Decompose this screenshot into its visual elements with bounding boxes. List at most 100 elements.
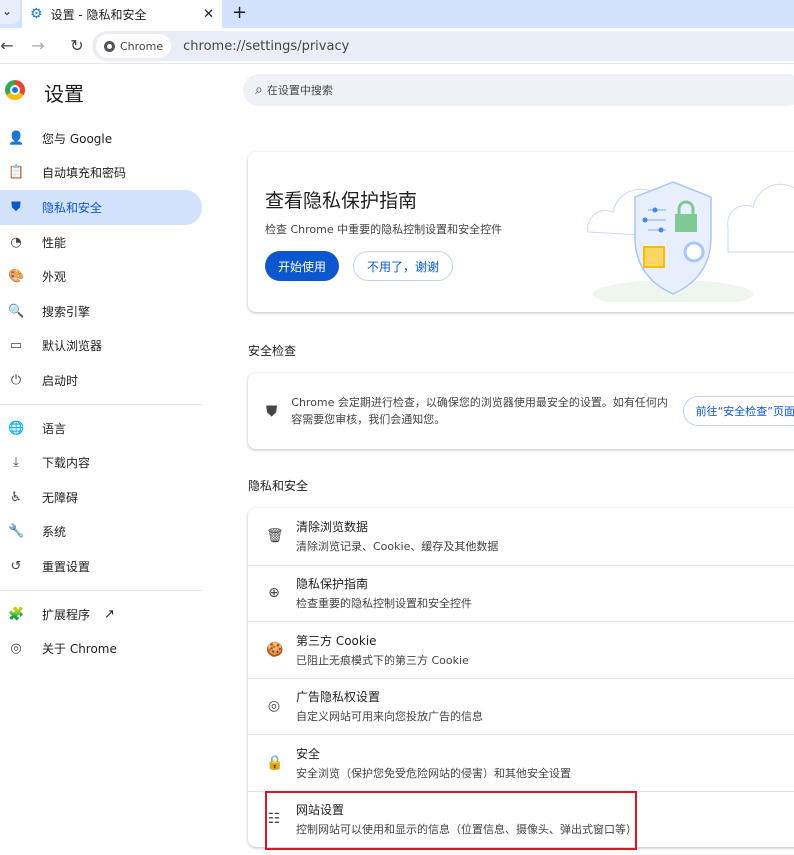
close-tab-button[interactable]: ✕ <box>203 7 214 22</box>
shield-icon: ⛊ <box>11 199 21 215</box>
page-title: 设置 <box>44 82 84 106</box>
sidebar-item-label: 自动填充和密码 <box>42 166 127 181</box>
row-description: 检查重要的隐私控制设置和安全控件 <box>296 597 472 611</box>
sidebar: 👤 您与 Google 📋 自动填充和密码 ⛊ 隐私和安全 ◔ 性能 🎨 外观 🔍 搜索引擎 ▭ 默认浏览… <box>0 121 202 666</box>
speedometer-icon: ◔ <box>10 234 22 250</box>
row-title: 安全 <box>296 746 321 761</box>
download-icon: ⤓ <box>13 455 19 471</box>
sidebar-item-1[interactable]: 📋 自动填充和密码 <box>0 156 202 191</box>
puzzle-icon: 🧩 <box>8 606 25 622</box>
row-title: 清除浏览数据 <box>296 520 369 535</box>
search-placeholder: 在设置中搜索 <box>266 84 333 97</box>
sidebar-item-label: 默认浏览器 <box>42 339 103 354</box>
tab-title: 设置 - 隐私和安全 <box>50 7 147 22</box>
sidebar-item-0[interactable]: 👤 您与 Google <box>0 121 202 156</box>
sidebar-item-label: 下载内容 <box>42 456 91 471</box>
sidebar-item-14[interactable]: ◎ 关于 Chrome <box>0 631 202 666</box>
sidebar-item-label: 无障碍 <box>42 490 79 505</box>
row-description: 安全浏览（保护您免受危险网站的侵害）和其他安全设置 <box>296 766 571 780</box>
start-button[interactable]: 开始使用 <box>265 251 340 281</box>
sidebar-item-label: 外观 <box>42 270 67 285</box>
row-description: 清除浏览记录、Cookie、缓存及其他数据 <box>296 540 499 554</box>
privacy-row-3[interactable]: ◎ 广告隐私权设置自定义网站可用来向您投放广告的信息 <box>248 677 794 735</box>
active-tab[interactable]: ⚙ 设置 - 隐私和安全 ✕ <box>22 0 222 28</box>
privacy-row-4[interactable]: 🔒 安全安全浏览（保护您免受危险网站的侵害）和其他安全设置 <box>248 734 794 791</box>
row-title: 隐私保护指南 <box>296 577 369 592</box>
privacy-heading: 隐私和安全 <box>248 479 309 493</box>
safety-check-card: ⛊ Chrome 会定期进行检查，以确保您的浏览器使用最安全的设置。如有任何内容… <box>248 373 794 449</box>
sidebar-item-5[interactable]: 🔍 搜索引擎 <box>0 294 202 329</box>
sidebar-item-9[interactable]: ⤓ 下载内容 <box>0 445 202 480</box>
palette-icon: 🎨 <box>8 269 25 285</box>
sidebar-item-label: 关于 Chrome <box>42 642 117 657</box>
row-title: 第三方 Cookie <box>296 633 377 648</box>
privacy-shield-illustration <box>587 181 794 302</box>
settings-header: 设置 ⌕ 在设置中搜索 <box>0 64 794 114</box>
trash-icon: 🗑 <box>266 528 284 545</box>
tab-search-button[interactable]: ⌄ <box>0 0 20 24</box>
sidebar-item-8[interactable]: 🌐 语言 <box>0 411 202 446</box>
history-icon: ↺ <box>10 558 22 574</box>
search-icon: ⌕ <box>255 82 263 98</box>
sidebar-item-label: 隐私和安全 <box>42 200 103 215</box>
gear-icon: ⚙ <box>30 6 43 22</box>
toolbar: ← → ↻ Chrome chrome://settings/privacy <box>0 28 794 64</box>
sidebar-item-label: 扩展程序 <box>42 607 91 622</box>
sidebar-item-label: 启动时 <box>42 373 79 388</box>
accessibility-icon: ♿ <box>10 489 22 505</box>
external-link-icon: ↗ <box>104 606 115 622</box>
cookie-icon: 🍪 <box>266 641 284 658</box>
highlight-box <box>265 791 637 850</box>
sidebar-item-7[interactable]: ⏻ 启动时 <box>0 363 202 398</box>
row-description: 已阻止无痕模式下的第三方 Cookie <box>296 653 469 667</box>
sidebar-divider <box>0 403 202 405</box>
lock-icon: 🔒 <box>266 754 284 771</box>
dismiss-button[interactable]: 不用了，谢谢 <box>353 251 454 281</box>
new-tab-button[interactable]: + <box>232 2 247 23</box>
back-button[interactable]: ← <box>0 36 14 55</box>
sidebar-item-12[interactable]: ↺ 重置设置 <box>0 549 202 584</box>
privacy-row-1[interactable]: ⊕ 隐私保护指南 检查重要的隐私控制设置和安全控件 <box>248 564 794 622</box>
sidebar-item-label: 语言 <box>42 421 67 436</box>
ad-privacy-icon: ◎ <box>267 698 281 715</box>
sidebar-item-label: 系统 <box>42 525 67 540</box>
sidebar-divider <box>0 589 202 591</box>
sidebar-item-label: 性能 <box>42 235 67 250</box>
chrome-logo-icon <box>5 80 25 100</box>
site-info-chip[interactable]: Chrome <box>96 34 172 58</box>
search-icon: 🔍 <box>8 303 25 319</box>
shield-icon: ⛊ <box>266 401 278 420</box>
sidebar-item-10[interactable]: ♿ 无障碍 <box>0 480 202 515</box>
forward-button[interactable]: → <box>14 36 62 55</box>
sidebar-item-label: 搜索引擎 <box>42 304 91 319</box>
chrome-icon: ◎ <box>10 641 22 657</box>
browser-icon: ▭ <box>9 338 23 354</box>
safety-check-text: Chrome 会定期进行检查，以确保您的浏览器使用最安全的设置。如有任何内容需要… <box>291 396 668 426</box>
power-icon: ⏻ <box>10 372 22 388</box>
sidebar-item-2[interactable]: ⛊ 隐私和安全 <box>0 190 202 225</box>
reload-button[interactable]: ↻ <box>62 36 92 55</box>
sidebar-item-13[interactable]: 🧩 扩展程序 ↗ <box>0 597 202 632</box>
settings-search-input[interactable]: ⌕ 在设置中搜索 <box>243 74 794 106</box>
url-text: chrome://settings/privacy <box>183 38 350 54</box>
sidebar-item-label: 重置设置 <box>42 559 91 574</box>
address-bar[interactable]: Chrome chrome://settings/privacy <box>92 31 794 61</box>
row-description: 自定义网站可用来向您投放广告的信息 <box>296 710 483 724</box>
tab-strip: ⌄ ⚙ 设置 - 隐私和安全 ✕ + <box>0 0 794 28</box>
privacy-row-0[interactable]: 🗑 清除浏览数据清除浏览记录、Cookie、缓存及其他数据 <box>248 508 794 565</box>
sidebar-item-3[interactable]: ◔ 性能 <box>0 225 202 260</box>
sidebar-item-label: 您与 Google <box>42 131 113 146</box>
main-content: 查看隐私保护指南 检查 Chrome 中重要的隐私控制设置和安全控件 开始使用 … <box>248 152 794 847</box>
globe-icon: 🌐 <box>8 420 25 436</box>
sidebar-item-11[interactable]: 🔧 系统 <box>0 515 202 550</box>
row-title: 广告隐私权设置 <box>296 690 381 705</box>
privacy-guide-promo: 查看隐私保护指南 检查 Chrome 中重要的隐私控制设置和安全控件 开始使用 … <box>248 152 794 312</box>
sidebar-item-6[interactable]: ▭ 默认浏览器 <box>0 329 202 364</box>
safety-check-heading: 安全检查 <box>248 344 297 358</box>
wrench-icon: 🔧 <box>8 524 25 540</box>
sidebar-item-4[interactable]: 🎨 外观 <box>0 259 202 294</box>
chrome-icon <box>104 40 115 52</box>
privacy-row-2[interactable]: 🍪 第三方 Cookie 已阻止无痕模式下的第三方 Cookie <box>248 621 794 678</box>
go-to-safety-check-button[interactable]: 前往“安全检查”页面 <box>682 396 794 426</box>
clipboard-icon: 📋 <box>8 165 25 181</box>
